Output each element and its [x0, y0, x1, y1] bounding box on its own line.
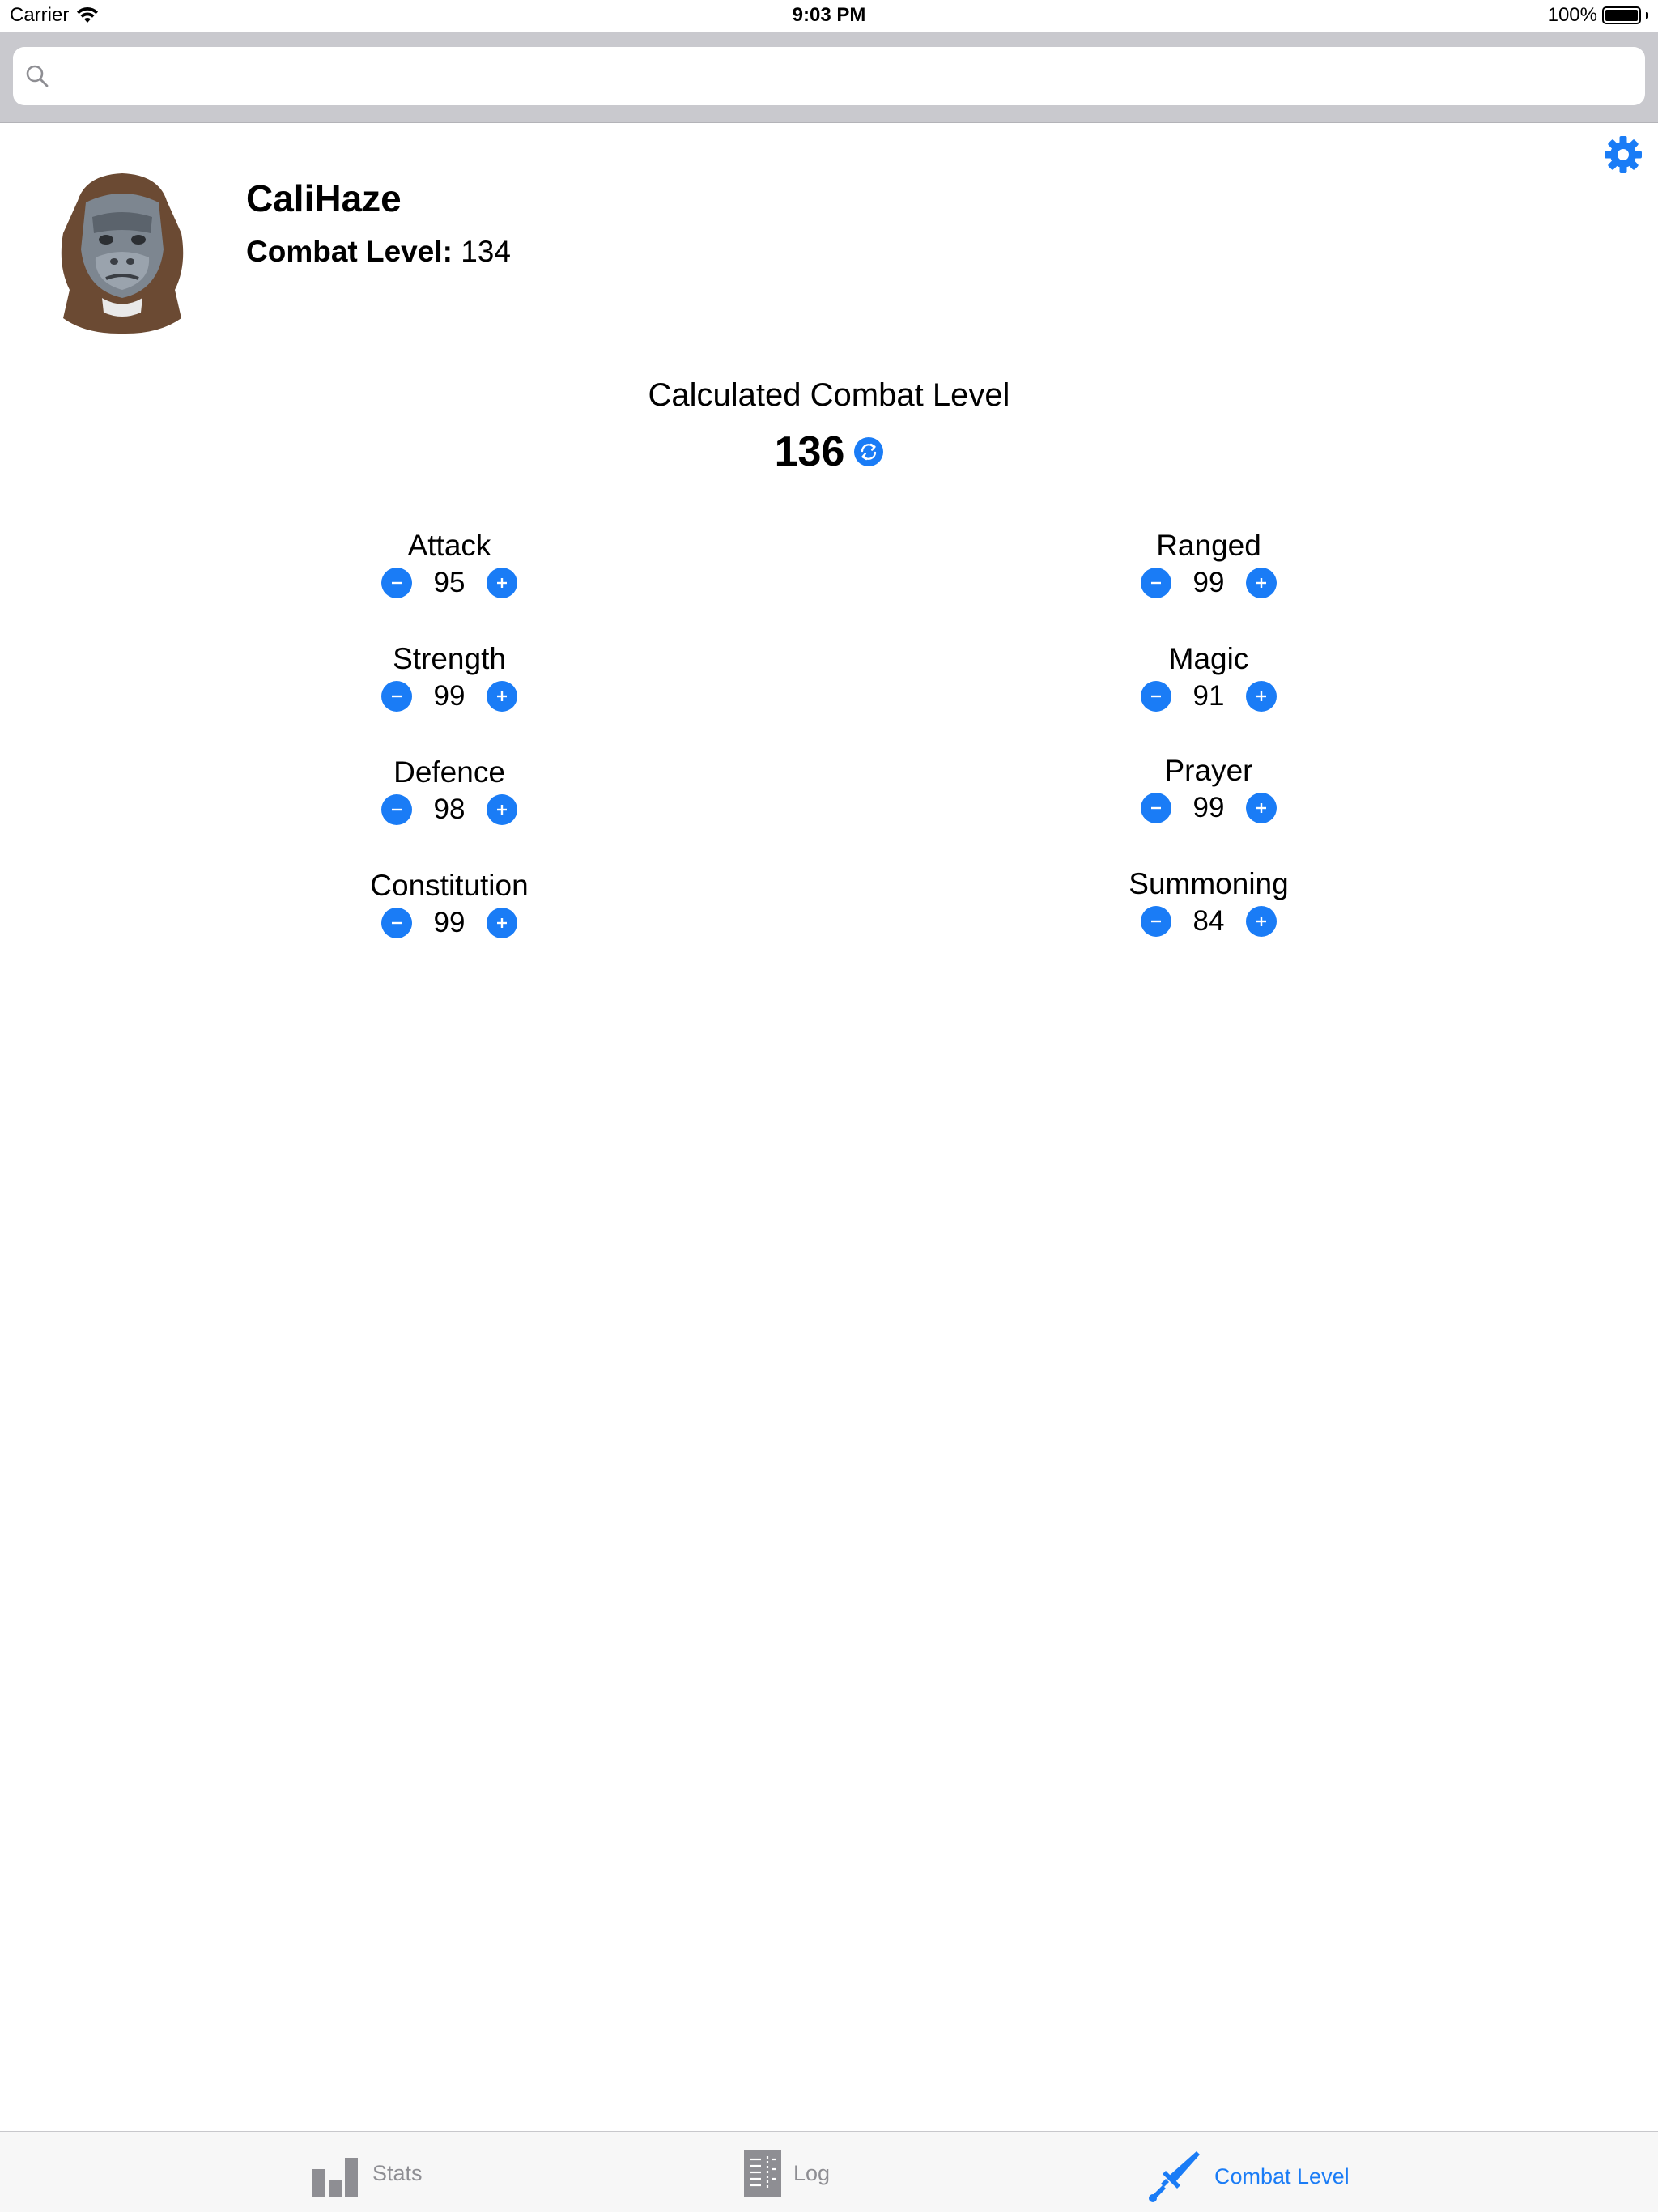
calculated-value: 136 — [774, 428, 845, 475]
tab-stats[interactable]: Stats — [311, 2148, 423, 2198]
minus-icon — [1151, 695, 1161, 698]
minus-icon — [1151, 920, 1161, 923]
tab-combat-level[interactable]: Combat Level — [1146, 2148, 1350, 2205]
minus-icon — [392, 808, 402, 811]
bar-chart-icon — [312, 2158, 358, 2197]
search-field[interactable] — [13, 47, 1645, 105]
skill-label: Defence — [393, 755, 505, 789]
skill-label: Prayer — [1164, 754, 1253, 787]
tab-label: Stats — [372, 2160, 423, 2185]
calculated-row: 136 — [0, 428, 1658, 476]
search-bar — [0, 32, 1658, 123]
decrement-button[interactable] — [1141, 568, 1171, 598]
avatar — [53, 168, 191, 335]
minus-icon — [392, 695, 402, 698]
defence-stepper: 98 — [279, 793, 619, 826]
plus-icon — [497, 691, 507, 701]
prayer-stepper: 99 — [1039, 792, 1379, 824]
gorilla-avatar-icon — [61, 173, 184, 334]
increment-button[interactable] — [1246, 568, 1277, 598]
minus-icon — [392, 581, 402, 585]
increment-button[interactable] — [1246, 681, 1277, 712]
decrement-button[interactable] — [381, 681, 412, 712]
calculated-title: Calculated Combat Level — [648, 377, 1010, 413]
sword-icon — [1149, 2151, 1200, 2202]
skill-label: Magic — [1168, 642, 1249, 675]
magic-stepper: 91 — [1039, 680, 1379, 713]
app-screen: Carrier 9:03 PM 100% CaliHaze Combat Lev… — [0, 0, 1658, 2212]
plus-icon — [1256, 691, 1266, 701]
skill-value: 98 — [433, 793, 466, 825]
skill-constitution: Constitution 99 — [279, 866, 619, 939]
plus-icon — [497, 918, 507, 928]
minus-icon — [1151, 581, 1161, 585]
skill-value: 95 — [433, 567, 466, 598]
skill-label: Constitution — [370, 869, 529, 902]
attack-stepper: 95 — [279, 567, 619, 599]
search-input[interactable] — [62, 47, 1632, 105]
decrement-button[interactable] — [1141, 681, 1171, 712]
minus-icon — [1151, 806, 1161, 810]
skill-label: Attack — [407, 529, 491, 562]
skill-value: 99 — [433, 907, 466, 938]
increment-button[interactable] — [1246, 906, 1277, 937]
player-name: CaliHaze — [246, 177, 402, 219]
battery-tip — [1646, 12, 1648, 19]
skill-label: Strength — [393, 642, 506, 675]
battery-percent: 100% — [1547, 4, 1597, 26]
refresh-icon — [861, 443, 877, 461]
ranged-stepper: 99 — [1039, 567, 1379, 599]
combat-level-label: Combat Level: — [246, 235, 453, 268]
constitution-stepper: 99 — [279, 907, 619, 939]
plus-icon — [1256, 917, 1266, 926]
skill-value: 84 — [1192, 905, 1225, 937]
skill-defence: Defence 98 — [279, 753, 619, 826]
increment-button[interactable] — [487, 908, 517, 938]
battery-icon — [1602, 6, 1641, 24]
strength-stepper: 99 — [279, 680, 619, 713]
gear-icon — [1605, 136, 1642, 173]
increment-button[interactable] — [487, 681, 517, 712]
battery-info: 100% — [1548, 4, 1648, 27]
tab-log[interactable]: Log — [743, 2148, 830, 2198]
plus-icon — [497, 578, 507, 588]
skill-summoning: Summoning 84 — [1039, 865, 1379, 938]
skill-strength: Strength 99 — [279, 640, 619, 713]
tab-bar: Stats Log Combat Level — [0, 2131, 1658, 2212]
skill-value: 91 — [1192, 680, 1225, 712]
status-time: 9:03 PM — [792, 4, 866, 26]
tab-label: Combat Level — [1214, 2163, 1350, 2189]
skill-value: 99 — [1192, 567, 1225, 598]
skill-prayer: Prayer 99 — [1039, 751, 1379, 824]
plus-icon — [1256, 578, 1266, 588]
combat-level-line: Combat Level: 134 — [246, 235, 511, 269]
settings-button[interactable] — [1603, 134, 1643, 175]
plus-icon — [497, 805, 507, 815]
summoning-stepper: 84 — [1039, 905, 1379, 938]
skill-value: 99 — [1192, 792, 1225, 823]
increment-button[interactable] — [487, 794, 517, 825]
status-bar: Carrier 9:03 PM 100% — [0, 0, 1658, 32]
log-icon — [744, 2150, 781, 2197]
plus-icon — [1256, 803, 1266, 813]
increment-button[interactable] — [487, 568, 517, 598]
skill-label: Summoning — [1129, 867, 1289, 900]
skill-value: 99 — [433, 680, 466, 712]
decrement-button[interactable] — [381, 794, 412, 825]
skill-ranged: Ranged 99 — [1039, 526, 1379, 599]
decrement-button[interactable] — [381, 908, 412, 938]
combat-level-value: 134 — [461, 235, 511, 268]
refresh-button[interactable] — [854, 437, 884, 466]
skill-label: Ranged — [1156, 529, 1261, 562]
tab-label: Log — [793, 2160, 831, 2185]
skill-attack: Attack 95 — [279, 526, 619, 599]
search-icon — [26, 65, 49, 87]
decrement-button[interactable] — [1141, 793, 1171, 823]
increment-button[interactable] — [1246, 793, 1277, 823]
minus-icon — [392, 921, 402, 925]
decrement-button[interactable] — [1141, 906, 1171, 937]
decrement-button[interactable] — [381, 568, 412, 598]
skill-magic: Magic 91 — [1039, 640, 1379, 713]
